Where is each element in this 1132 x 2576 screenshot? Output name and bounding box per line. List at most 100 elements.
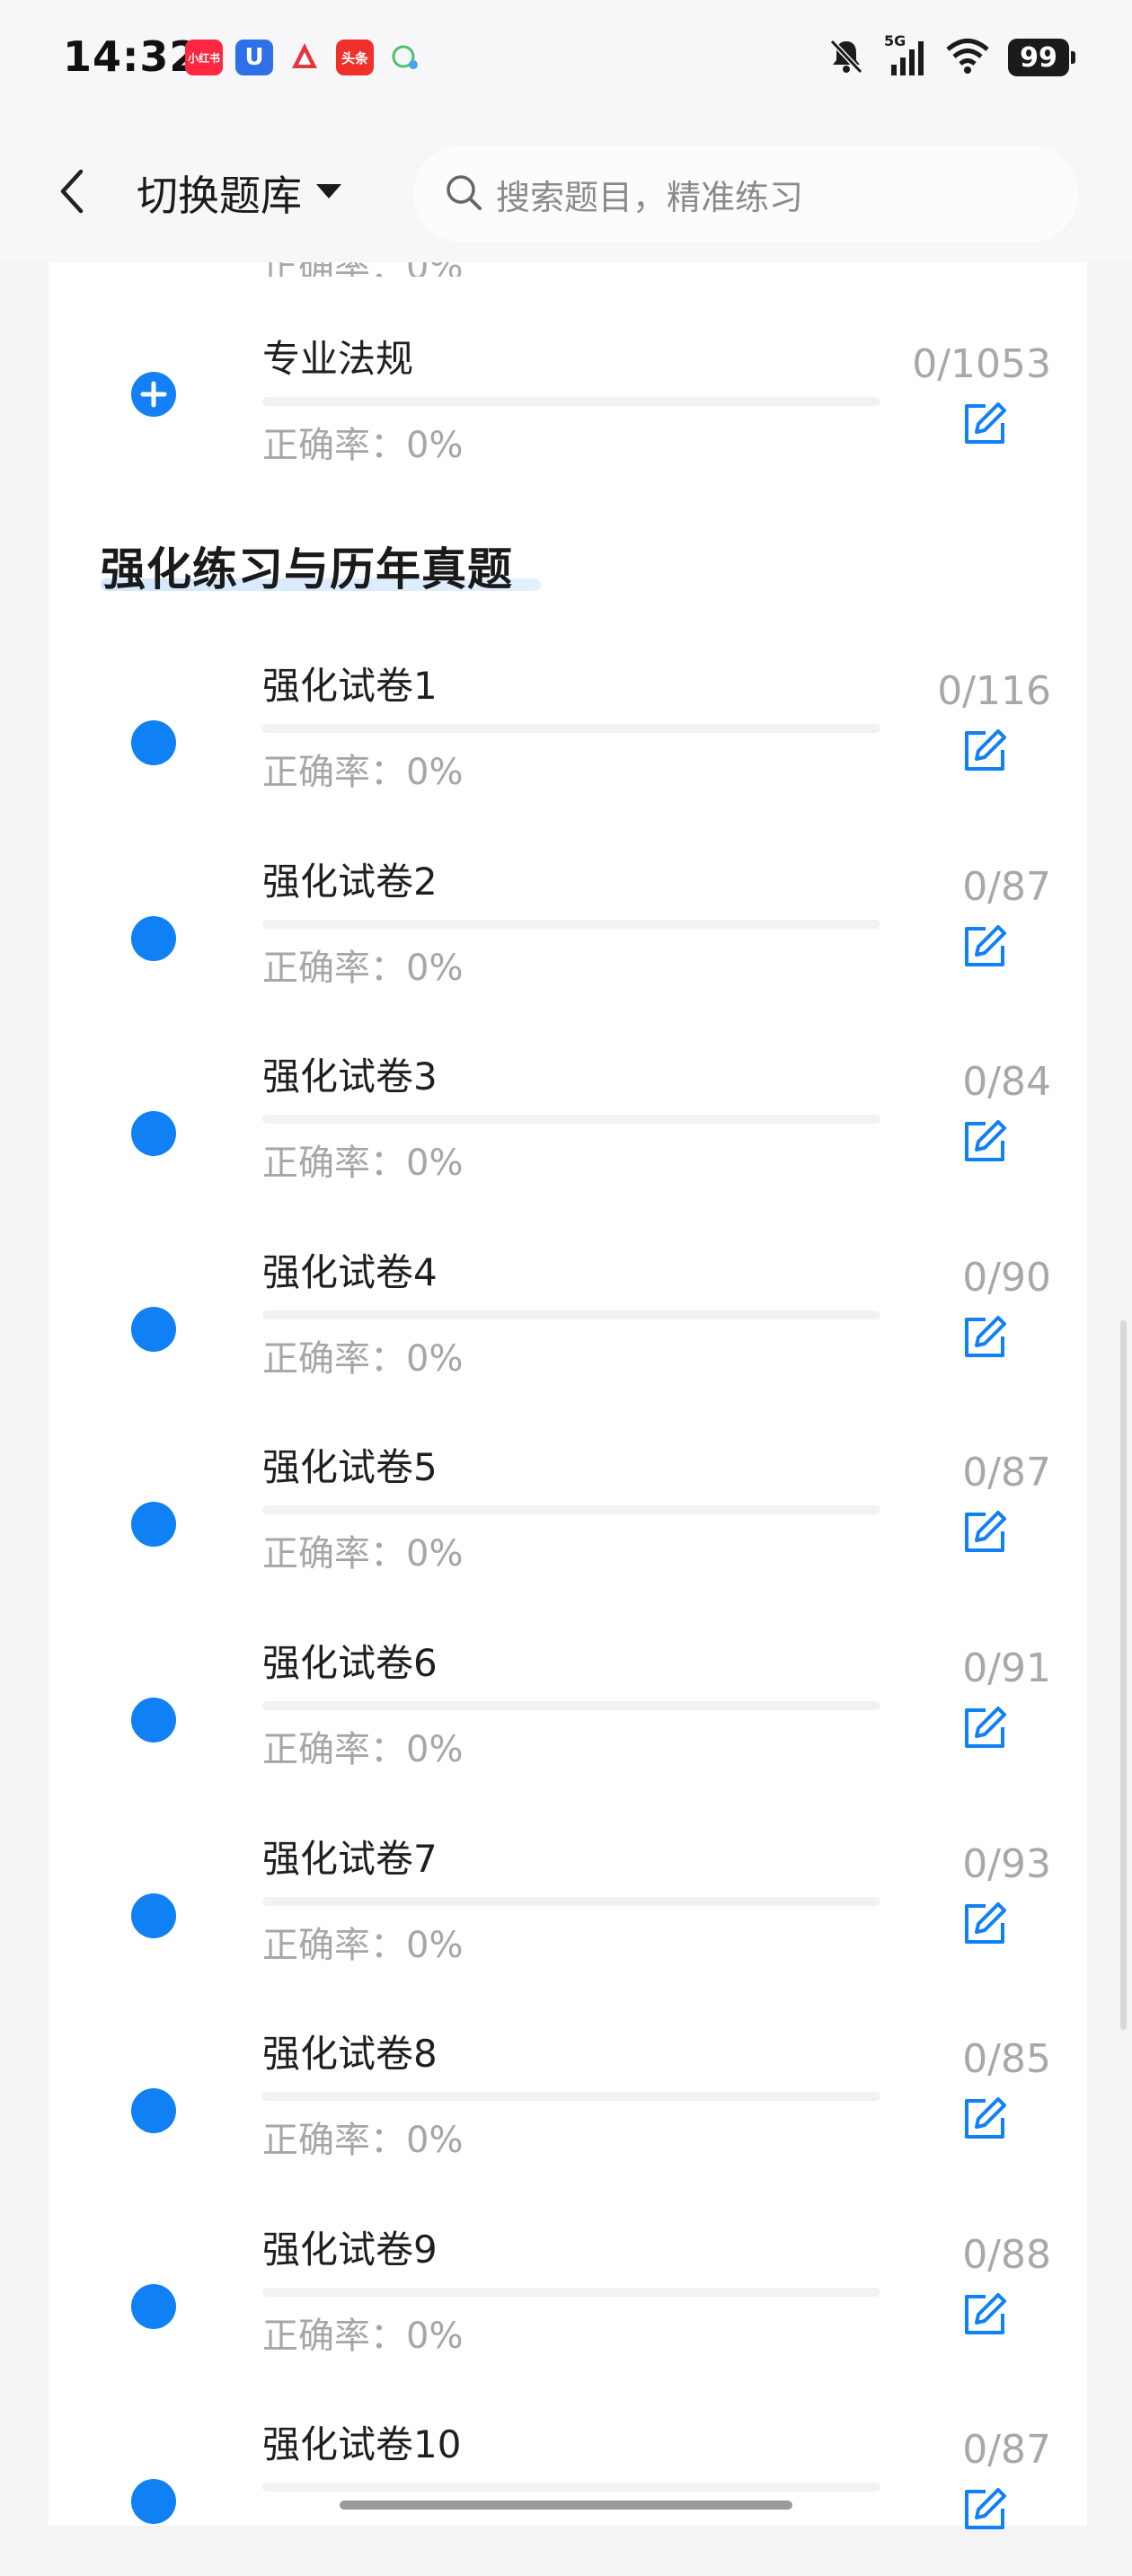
list-item[interactable]: 强化试卷8 正确率：0% 0/85	[49, 2015, 1087, 2185]
status-right: 5G 99	[827, 32, 1075, 79]
edit-icon	[965, 1511, 1006, 1553]
accuracy-text: 正确率：0%	[262, 1729, 464, 1770]
list-item[interactable]: 强化试卷3 正确率：0% 0/84	[49, 1037, 1087, 1208]
accuracy-text: 正确率：0%	[262, 1337, 464, 1380]
practice-button[interactable]	[958, 1897, 1012, 1951]
edit-icon	[965, 924, 1006, 966]
question-count: 0/84	[962, 1059, 1051, 1106]
question-count: 0/91	[962, 1645, 1051, 1691]
blue-app-icon: U	[235, 40, 273, 75]
edit-icon	[965, 729, 1006, 771]
scrollbar[interactable]	[1120, 1320, 1127, 2030]
accuracy-text: 正确率：0%	[262, 2315, 464, 2357]
status-dot	[131, 915, 176, 961]
list-item[interactable]: 强化试卷1 正确率：0% 0/116	[49, 647, 1087, 817]
expand-plus-icon[interactable]	[131, 372, 176, 417]
list-item[interactable]: 强化试卷7 正确率：0% 0/93	[49, 1820, 1087, 1990]
progress-bar	[262, 724, 880, 733]
list-item-top[interactable]: 专业法规 正确率：0% 0/1053	[49, 320, 1087, 490]
edit-icon	[965, 402, 1006, 444]
progress-bar	[262, 2287, 880, 2297]
wifi-icon	[945, 38, 990, 77]
question-list-card: 正确率：0% 专业法规 正确率：0% 0/1053 强化练习与历年真题 强化试卷…	[49, 262, 1087, 2530]
section-title: 强化练习与历年真题	[101, 543, 513, 595]
item-title: 强化试卷5	[262, 1445, 438, 1490]
item-title: 专业法规	[262, 337, 414, 381]
status-dot	[131, 1111, 176, 1157]
accuracy-text: 正确率：0%	[262, 947, 464, 989]
edit-icon	[965, 2292, 1006, 2334]
practice-button[interactable]	[958, 1310, 1012, 1364]
list-item[interactable]: 强化试卷9 正确率：0% 0/88	[49, 2210, 1087, 2381]
item-title: 强化试卷4	[262, 1249, 438, 1294]
question-count: 0/116	[937, 668, 1051, 714]
progress-bar	[262, 2092, 880, 2102]
progress-bar	[262, 2483, 880, 2492]
accuracy-text: 正确率：0%	[262, 1533, 464, 1575]
item-title: 强化试卷7	[262, 1836, 438, 1881]
mute-bell-icon	[827, 36, 866, 79]
question-count: 0/88	[962, 2231, 1051, 2278]
progress-bar	[262, 397, 880, 406]
progress-bar	[262, 1310, 880, 1319]
question-count: 0/90	[962, 1254, 1051, 1301]
status-dot	[131, 2479, 176, 2525]
edit-icon	[965, 2097, 1006, 2139]
edit-icon	[965, 1707, 1006, 1748]
question-count: 0/87	[962, 2427, 1051, 2474]
toutiao-icon: 头条	[336, 40, 374, 75]
item-title: 强化试卷6	[262, 1641, 438, 1685]
practice-button[interactable]	[958, 1701, 1012, 1755]
progress-bar	[262, 1505, 880, 1515]
list-item[interactable]: 强化试卷2 正确率：0% 0/87	[49, 842, 1087, 1013]
notification-icons: 小红书 U 头条	[185, 40, 424, 75]
edit-icon	[965, 2488, 1006, 2530]
item-title: 强化试卷3	[262, 1054, 438, 1099]
partial-row-accuracy: 正确率：0%	[262, 262, 532, 277]
xiaohongshu-icon: 小红书	[185, 40, 223, 75]
practice-button[interactable]	[958, 724, 1012, 778]
battery-icon: 99	[1008, 39, 1075, 76]
edit-icon	[965, 1120, 1006, 1162]
pdd-app-icon	[286, 40, 323, 75]
signal-icon: 5G	[884, 32, 927, 77]
practice-button[interactable]	[958, 920, 1012, 974]
status-dot	[131, 1502, 176, 1548]
practice-button[interactable]	[958, 2288, 1012, 2342]
question-count: 0/85	[962, 2036, 1051, 2083]
item-title: 强化试卷9	[262, 2227, 438, 2272]
wechat-bubble-icon	[386, 40, 424, 75]
item-title: 强化试卷8	[262, 2032, 438, 2077]
status-dot	[131, 1698, 176, 1742]
list-item[interactable]: 强化试卷10 0/87	[49, 2405, 1087, 2576]
question-count: 0/1053	[912, 341, 1051, 387]
question-count: 0/87	[962, 1450, 1051, 1496]
back-button[interactable]	[47, 162, 97, 225]
question-count: 0/87	[962, 863, 1051, 910]
practice-button[interactable]	[958, 1115, 1012, 1169]
chevron-left-icon	[54, 166, 90, 220]
accuracy-text: 正确率：0%	[262, 1142, 464, 1185]
status-dot	[131, 2088, 176, 2134]
home-indicator[interactable]	[340, 2501, 792, 2510]
progress-bar	[262, 1701, 880, 1710]
practice-button[interactable]	[958, 2483, 1012, 2536]
progress-bar	[262, 1896, 880, 1906]
accuracy-text: 正确率：0%	[262, 2120, 464, 2162]
list-item[interactable]: 强化试卷6 正确率：0% 0/91	[49, 1624, 1087, 1795]
practice-button[interactable]	[958, 1505, 1012, 1559]
status-dot	[131, 720, 176, 765]
progress-bar	[262, 1115, 880, 1125]
search-input[interactable]: 搜索题目，精准练习	[413, 146, 1078, 243]
practice-button[interactable]	[958, 2092, 1012, 2146]
accuracy-text: 正确率：0%	[262, 425, 464, 466]
item-title: 强化试卷1	[262, 664, 438, 708]
search-placeholder: 搜索题目，精准练习	[496, 177, 804, 217]
switch-question-bank-button[interactable]: 切换题库	[137, 163, 343, 223]
question-count: 0/93	[962, 1840, 1051, 1887]
practice-button[interactable]	[958, 397, 1012, 451]
list-item[interactable]: 强化试卷5 正确率：0% 0/87	[49, 1428, 1087, 1599]
accuracy-text: 正确率：0%	[262, 1924, 464, 1966]
list-item[interactable]: 强化试卷4 正确率：0% 0/90	[49, 1233, 1087, 1404]
caret-down-icon	[314, 181, 343, 205]
